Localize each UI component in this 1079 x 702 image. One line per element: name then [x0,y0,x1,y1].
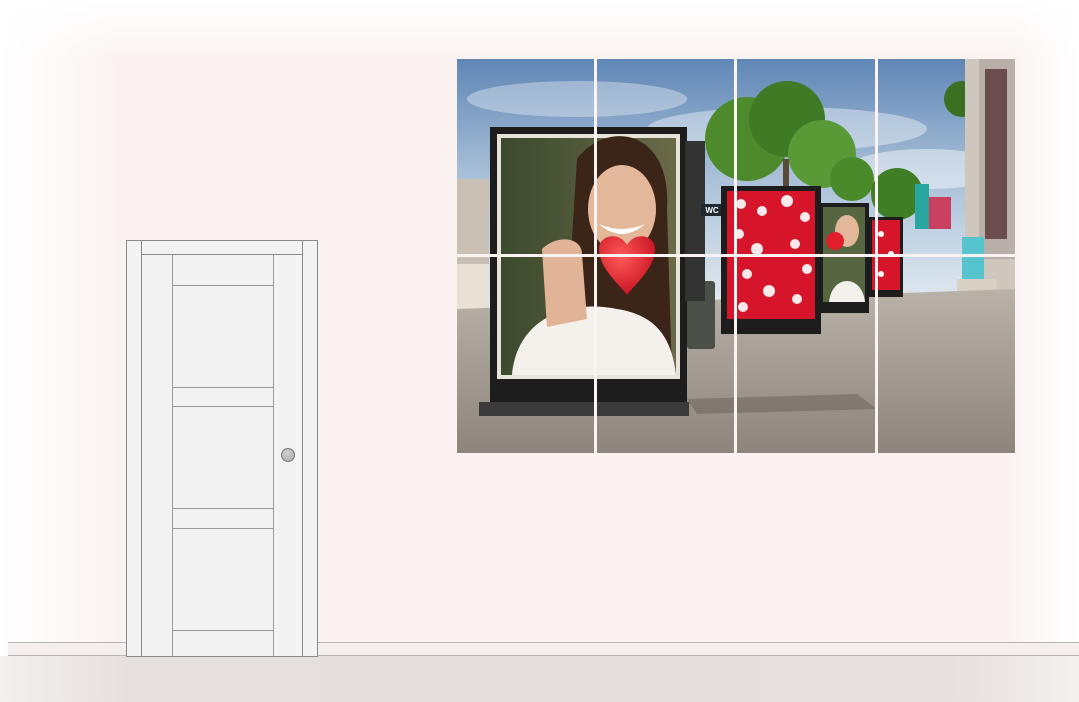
door-rail [172,630,273,631]
billboard-small [819,203,869,313]
panel-gap [457,254,1015,257]
kiosk [685,141,705,301]
billboard-main [479,127,689,416]
door-jamb-left [141,241,142,656]
door-jamb-right [302,241,303,656]
door-rail [172,406,273,407]
ceiling-shadow [0,0,1079,60]
wall-left-light [0,0,120,702]
wall-photo-mural: WC [457,59,1015,453]
door-rail [172,285,273,286]
building [915,184,929,229]
building [929,197,951,229]
room-scene: WC [0,0,1079,702]
door-frame-top [141,241,303,255]
wall-right-light [1009,0,1079,702]
door-rail [172,387,273,388]
door-stile-right [273,255,274,656]
door [126,240,318,657]
wc-sign: WC [705,206,719,215]
door-rail [172,528,273,529]
floor [0,656,1079,702]
door-stile-left [172,255,173,656]
door-rail [172,508,273,509]
door-knob-icon [281,448,295,462]
